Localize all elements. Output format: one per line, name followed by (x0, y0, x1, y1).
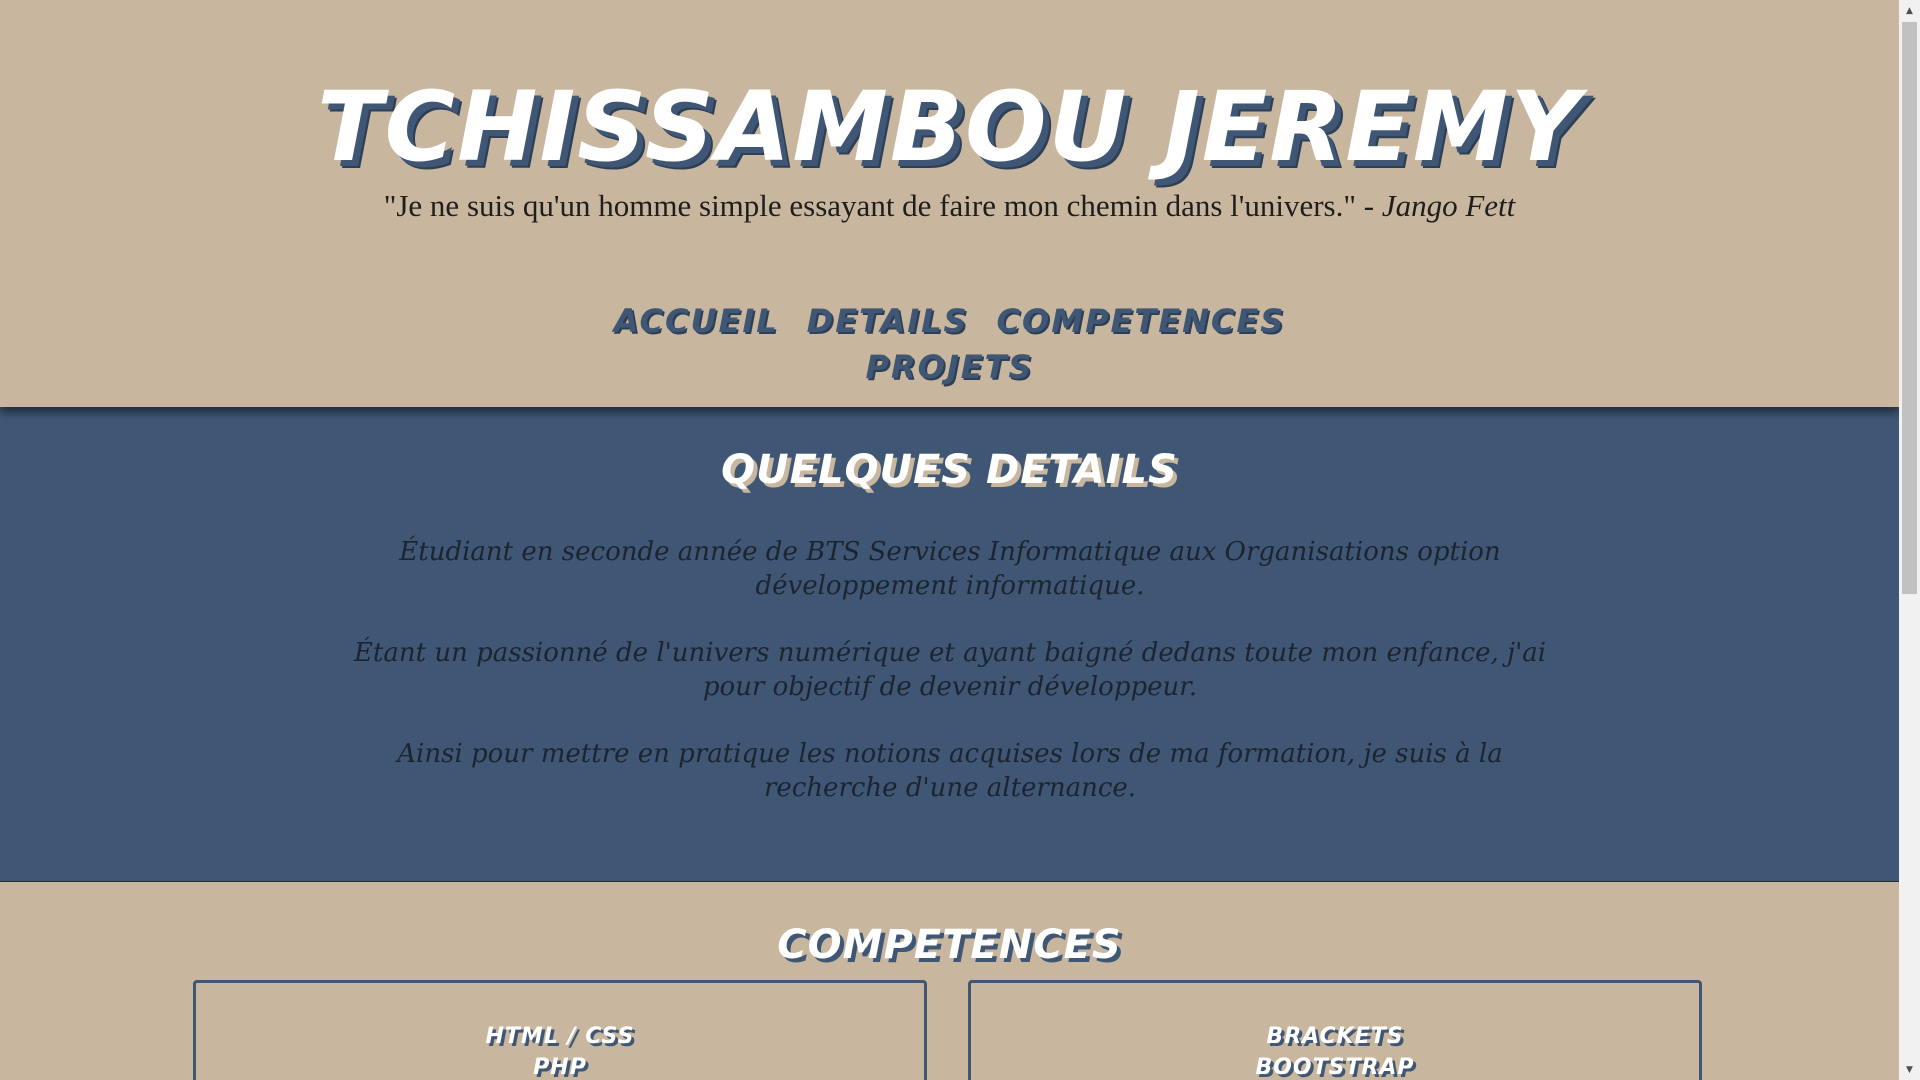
site-title: TCHISSAMBOU JEREMY (317, 71, 1582, 183)
header-quote: "Je ne suis qu'un homme simple essayant … (0, 188, 1899, 224)
skill-item: BRACKETS (1266, 1024, 1404, 1049)
main-nav: ACCUEIL DETAILS COMPETENCES PROJETS (0, 298, 1899, 390)
nav-row-1: ACCUEIL DETAILS COMPETENCES (0, 298, 1899, 344)
site-header: TCHISSAMBOU JEREMY "Je ne suis qu'un hom… (0, 0, 1899, 407)
skill-card-languages: HTML / CSS PHP (193, 980, 927, 1080)
quote-text: "Je ne suis qu'un homme simple essayant … (383, 188, 1382, 223)
skill-item: PHP (533, 1055, 587, 1080)
skill-card-tools: BRACKETS BOOTSTRAP (968, 980, 1702, 1080)
details-paragraph: Étant un passionné de l'univers numériqu… (353, 638, 1547, 702)
details-paragraph: Ainsi pour mettre en pratique les notion… (397, 739, 1503, 803)
skill-list: BRACKETS BOOTSTRAP (971, 1021, 1699, 1080)
nav-row-2: PROJETS (0, 344, 1899, 390)
scrollbar-thumb[interactable] (1902, 22, 1917, 594)
nav-link-accueil[interactable]: ACCUEIL (614, 302, 779, 340)
skill-item: BOOTSTRAP (1255, 1055, 1415, 1080)
skill-list: HTML / CSS PHP (196, 1021, 924, 1080)
details-section: QUELQUES DETAILS Étudiant en seconde ann… (0, 407, 1899, 882)
vertical-scrollbar[interactable]: ▲ ▼ (1899, 0, 1920, 1080)
competences-section: COMPETENCES HTML / CSS PHP BRACKETS BOOT… (0, 882, 1899, 1080)
competences-title: COMPETENCES (777, 922, 1122, 968)
nav-link-projets[interactable]: PROJETS (866, 348, 1034, 386)
details-title: QUELQUES DETAILS (721, 447, 1178, 493)
scroll-down-arrow-icon[interactable]: ▼ (1899, 1059, 1920, 1080)
page: TCHISSAMBOU JEREMY "Je ne suis qu'un hom… (0, 0, 1899, 1080)
details-text: Étudiant en seconde année de BTS Service… (330, 535, 1570, 838)
details-paragraph: Étudiant en seconde année de BTS Service… (399, 537, 1501, 601)
skill-item: HTML / CSS (485, 1024, 635, 1049)
nav-link-competences[interactable]: COMPETENCES (997, 302, 1286, 340)
quote-author: Jango Fett (1381, 188, 1516, 223)
scroll-up-arrow-icon[interactable]: ▲ (1899, 0, 1920, 21)
nav-link-details[interactable]: DETAILS (807, 302, 969, 340)
